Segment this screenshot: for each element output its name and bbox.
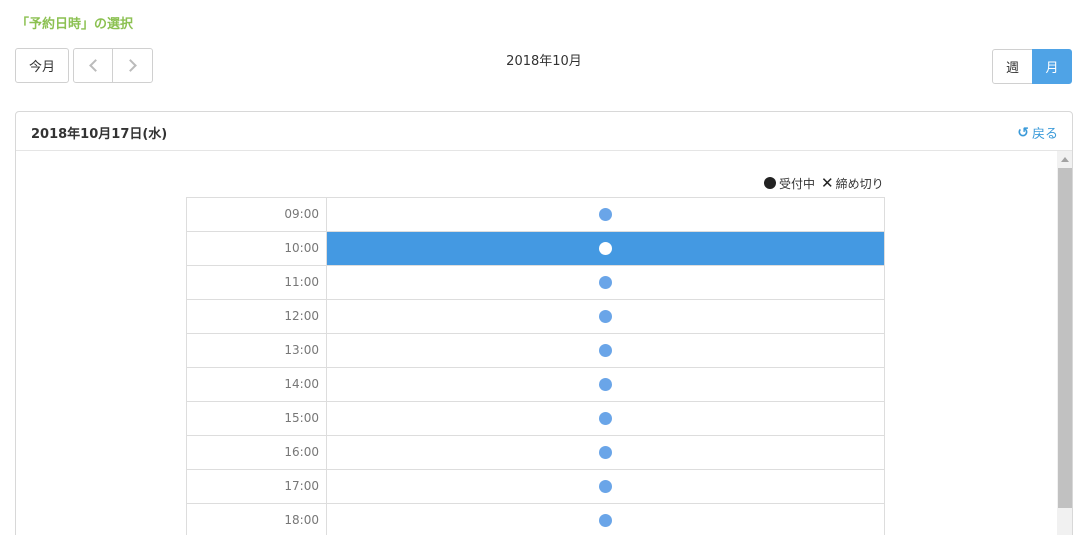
legend-available-label: 受付中	[779, 176, 816, 191]
chevron-left-icon	[88, 59, 102, 72]
day-slots-panel: 2018年10月17日(水) ↺ 戻る 受付中 ✕ 締め切り 09:00 10:0…	[15, 111, 1073, 535]
booking-page: 「予約日時」の選択 今月 2018年10月 週 月 2018年10月17日(水)…	[0, 0, 1090, 535]
available-dot-icon	[599, 378, 612, 391]
slot-row: 16:00	[187, 436, 884, 470]
slot-time-label: 12:00	[187, 300, 327, 333]
slot-row: 10:00	[187, 232, 884, 266]
available-dot-icon	[599, 208, 612, 221]
slot-row: 14:00	[187, 368, 884, 402]
slot-row: 12:00	[187, 300, 884, 334]
slot-row: 17:00	[187, 470, 884, 504]
current-month-label: 2018年10月	[506, 54, 582, 69]
available-dot-icon	[764, 177, 776, 189]
this-month-button[interactable]: 今月	[15, 48, 69, 83]
available-dot-icon	[599, 310, 612, 323]
prev-month-button[interactable]	[73, 48, 113, 83]
time-slot-table: 09:00 10:00 11:00 12:00 13:00 14:00 15:00 16:00…	[186, 197, 885, 535]
available-dot-icon	[599, 412, 612, 425]
slot-select-cell[interactable]	[327, 436, 884, 469]
slot-select-cell[interactable]	[327, 334, 884, 367]
slot-select-cell[interactable]	[327, 368, 884, 401]
slot-time-label: 11:00	[187, 266, 327, 299]
slot-time-label: 16:00	[187, 436, 327, 469]
slot-select-cell[interactable]	[327, 504, 884, 535]
slot-select-cell[interactable]	[327, 470, 884, 503]
undo-icon: ↺	[1017, 124, 1029, 141]
available-dot-icon	[599, 446, 612, 459]
back-link[interactable]: ↺ 戻る	[1017, 123, 1058, 143]
slot-select-cell[interactable]	[327, 266, 884, 299]
slot-select-cell[interactable]	[327, 198, 884, 231]
legend-closed-label: 締め切り	[835, 176, 884, 191]
available-dot-icon	[599, 242, 612, 255]
available-dot-icon	[599, 276, 612, 289]
chevron-right-icon	[124, 59, 137, 72]
next-month-button[interactable]	[112, 48, 153, 83]
slot-time-label: 09:00	[187, 198, 327, 231]
legend: 受付中 ✕ 締め切り	[764, 174, 884, 192]
back-link-label: 戻る	[1031, 127, 1058, 142]
scroll-thumb[interactable]	[1058, 168, 1072, 508]
available-dot-icon	[599, 480, 612, 493]
month-view-button[interactable]: 月	[1032, 49, 1072, 84]
panel-header: 2018年10月17日(水) ↺ 戻る	[16, 112, 1072, 151]
scrollbar[interactable]	[1057, 151, 1072, 535]
slot-row: 11:00	[187, 266, 884, 300]
slot-row: 18:00	[187, 504, 884, 535]
scroll-up-arrow-icon[interactable]	[1061, 157, 1069, 162]
section-title: 「予約日時」の選択	[16, 17, 134, 32]
available-dot-icon	[599, 344, 612, 357]
slot-select-cell[interactable]	[327, 232, 884, 265]
closed-x-icon: ✕	[821, 174, 834, 192]
week-view-button[interactable]: 週	[992, 49, 1033, 84]
slot-select-cell[interactable]	[327, 402, 884, 435]
slot-time-label: 15:00	[187, 402, 327, 435]
slot-time-label: 13:00	[187, 334, 327, 367]
slot-row: 15:00	[187, 402, 884, 436]
slot-select-cell[interactable]	[327, 300, 884, 333]
slot-row: 13:00	[187, 334, 884, 368]
slot-time-label: 10:00	[187, 232, 327, 265]
selected-date-label: 2018年10月17日(水)	[31, 127, 168, 142]
slot-time-label: 17:00	[187, 470, 327, 503]
slot-row: 09:00	[187, 198, 884, 232]
calendar-toolbar: 今月 2018年10月 週 月	[0, 48, 1090, 84]
slot-time-label: 18:00	[187, 504, 327, 535]
slot-time-label: 14:00	[187, 368, 327, 401]
available-dot-icon	[599, 514, 612, 527]
